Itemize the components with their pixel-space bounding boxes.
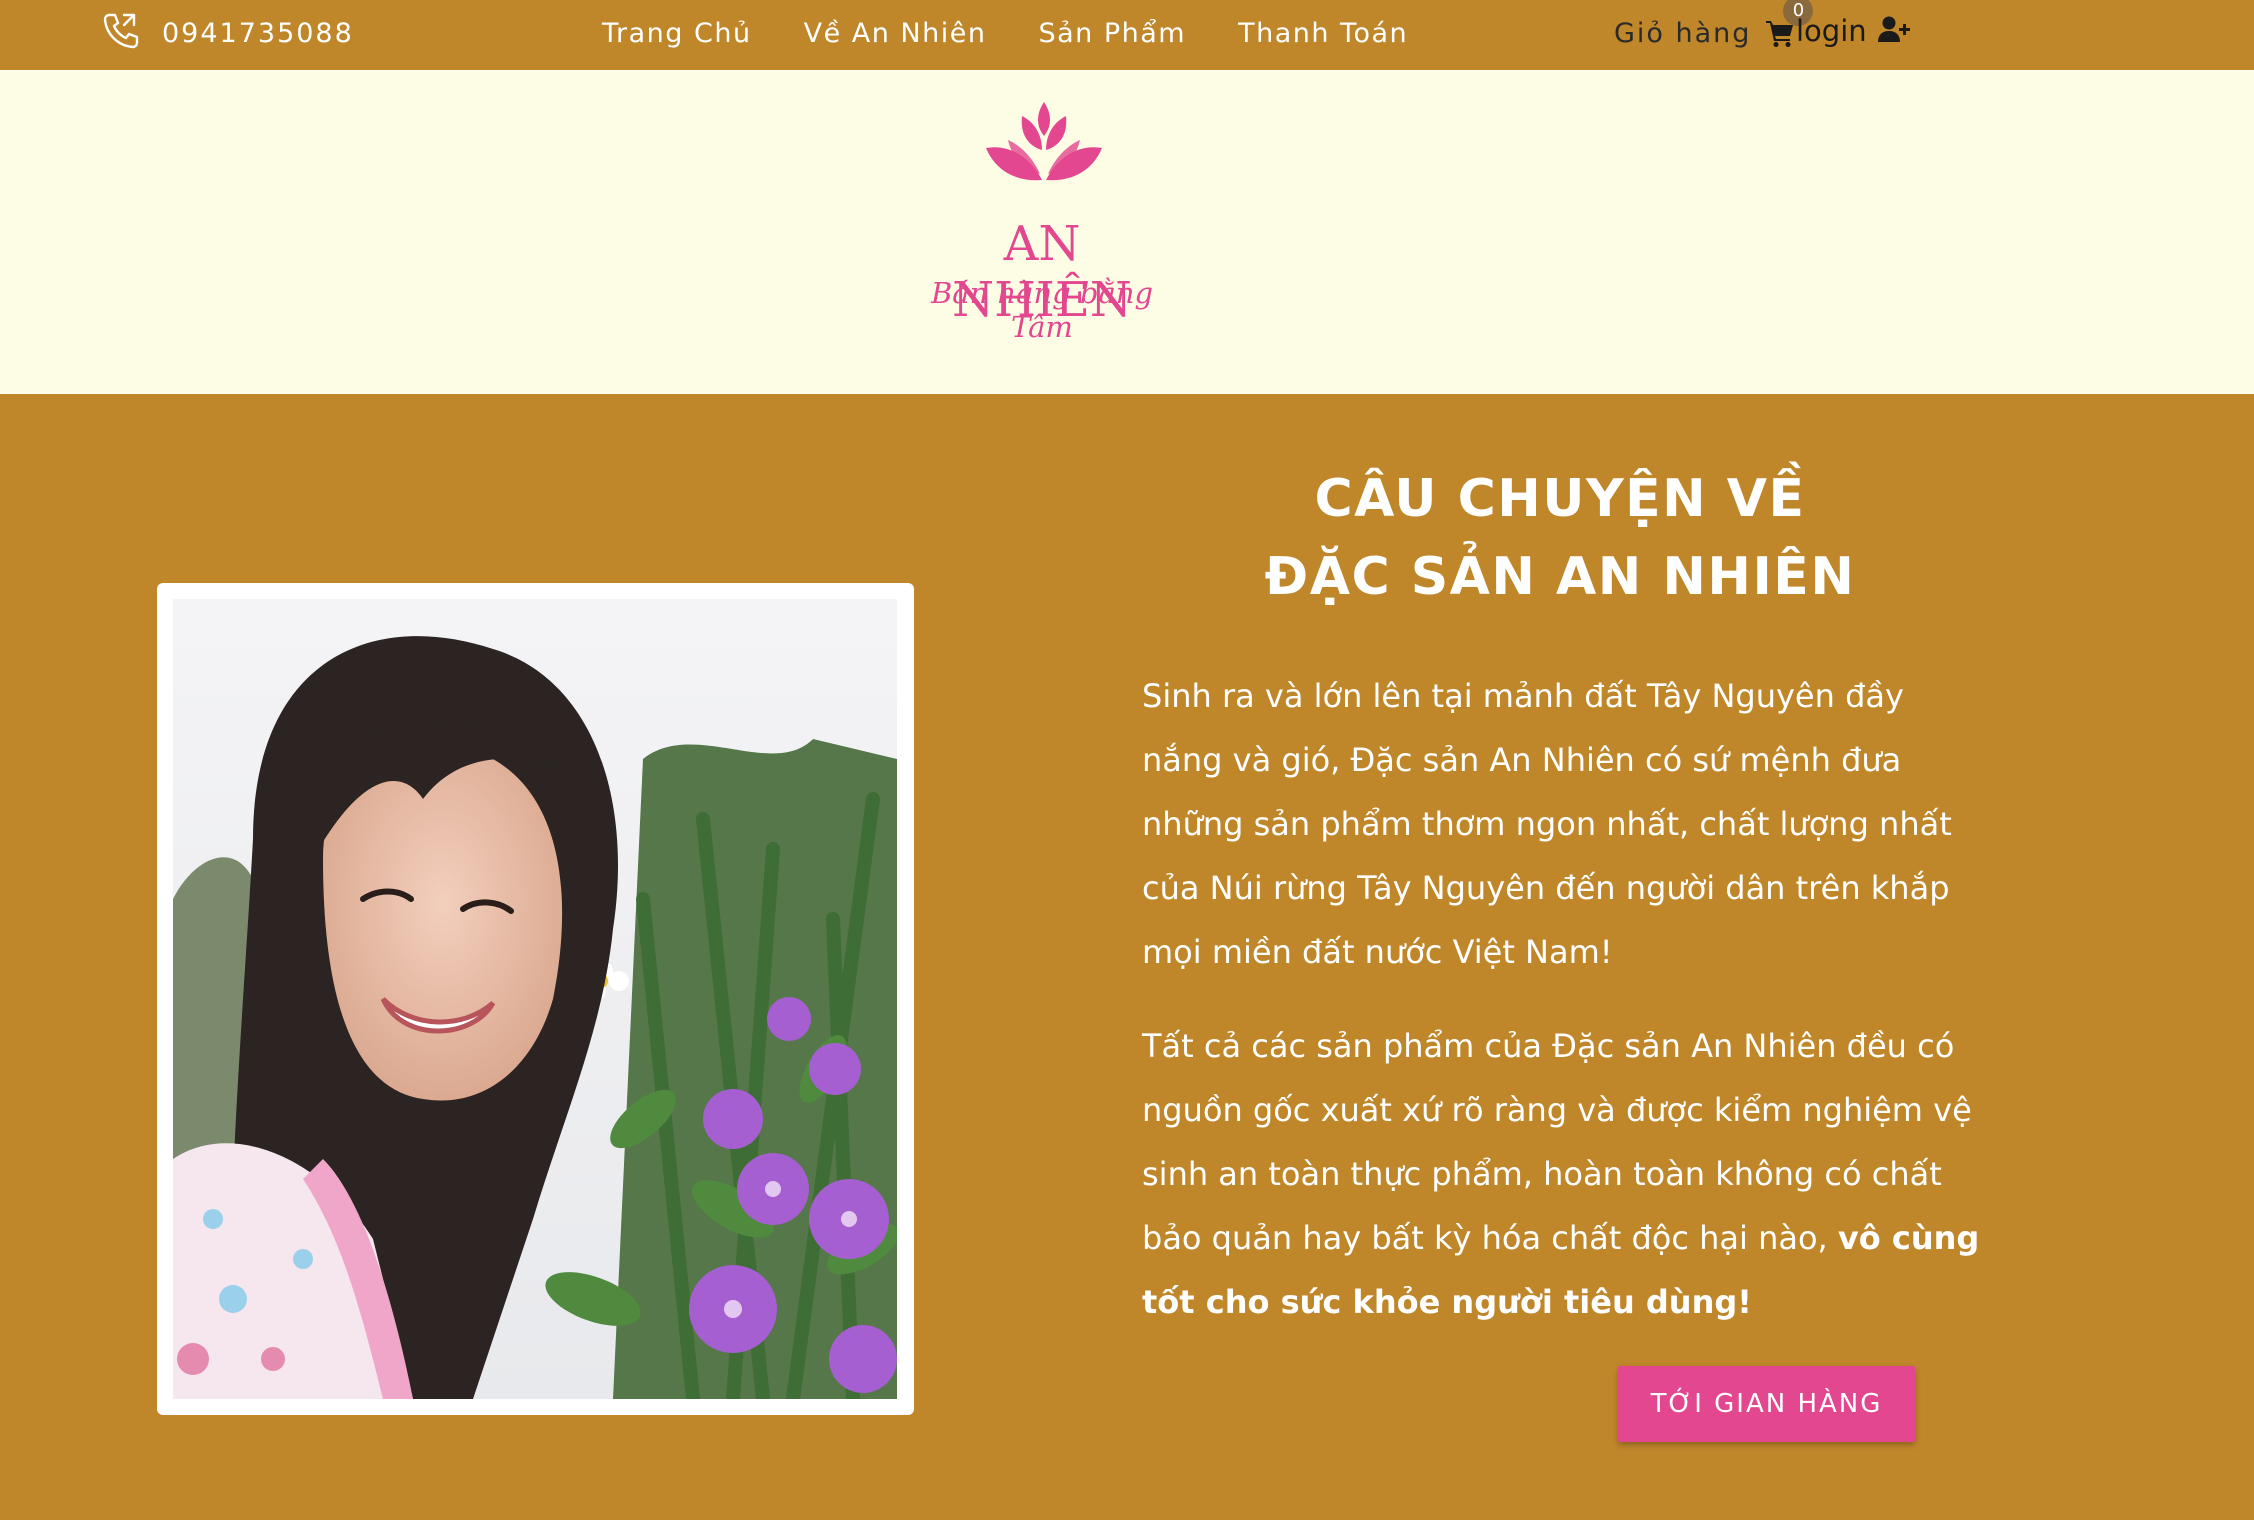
shopping-cart-icon[interactable]: 0: [1765, 0, 1814, 48]
brand-tagline: Bán hàng bằng Tâm: [930, 276, 1154, 344]
login-link[interactable]: login: [1796, 10, 1911, 52]
logo-band: AN NHIÊN Bán hàng bằng Tâm: [0, 70, 2254, 394]
user-plus-icon[interactable]: [1867, 15, 1911, 47]
story-title-line-1: CÂU CHUYỆN VỀ: [1314, 469, 1806, 529]
phone-incoming-icon: [100, 10, 142, 56]
story-paragraph-1: Sinh ra và lớn lên tại mảnh đất Tây Nguy…: [1142, 677, 1952, 971]
cart-link[interactable]: Giỏ hàng 0: [1614, 0, 1814, 54]
story-title: CÂU CHUYỆN VỀ ĐẶC SẢN AN NHIÊN: [1110, 460, 2010, 616]
founder-photo-frame: [157, 583, 914, 1415]
main-menu: Trang Chủ Về An Nhiên Sản Phẩm Thanh Toá…: [602, 12, 1408, 54]
login-label[interactable]: login: [1796, 14, 1867, 48]
phone-number[interactable]: 0941735088: [162, 18, 354, 49]
brand-logo[interactable]: AN NHIÊN Bán hàng bằng Tâm: [912, 100, 1172, 344]
lotus-icon: [986, 102, 1102, 181]
nav-home[interactable]: Trang Chủ: [602, 18, 752, 49]
cart-label[interactable]: Giỏ hàng: [1614, 18, 1751, 49]
nav-products[interactable]: Sản Phẩm: [1038, 18, 1186, 49]
founder-photo: [173, 599, 897, 1399]
story-paragraph-2: Tất cả các sản phẩm của Đặc sản An Nhiên…: [1142, 1014, 1982, 1334]
phone-contact[interactable]: 0941735088: [100, 12, 354, 54]
go-to-shop-button[interactable]: TỚI GIAN HÀNG: [1618, 1366, 1915, 1442]
nav-payment[interactable]: Thanh Toán: [1238, 18, 1408, 49]
story-title-line-2: ĐẶC SẢN AN NHIÊN: [1264, 547, 1856, 607]
nav-about[interactable]: Về An Nhiên: [804, 18, 987, 49]
top-navigation-bar: 0941735088 Trang Chủ Về An Nhiên Sản Phẩ…: [0, 0, 2254, 70]
